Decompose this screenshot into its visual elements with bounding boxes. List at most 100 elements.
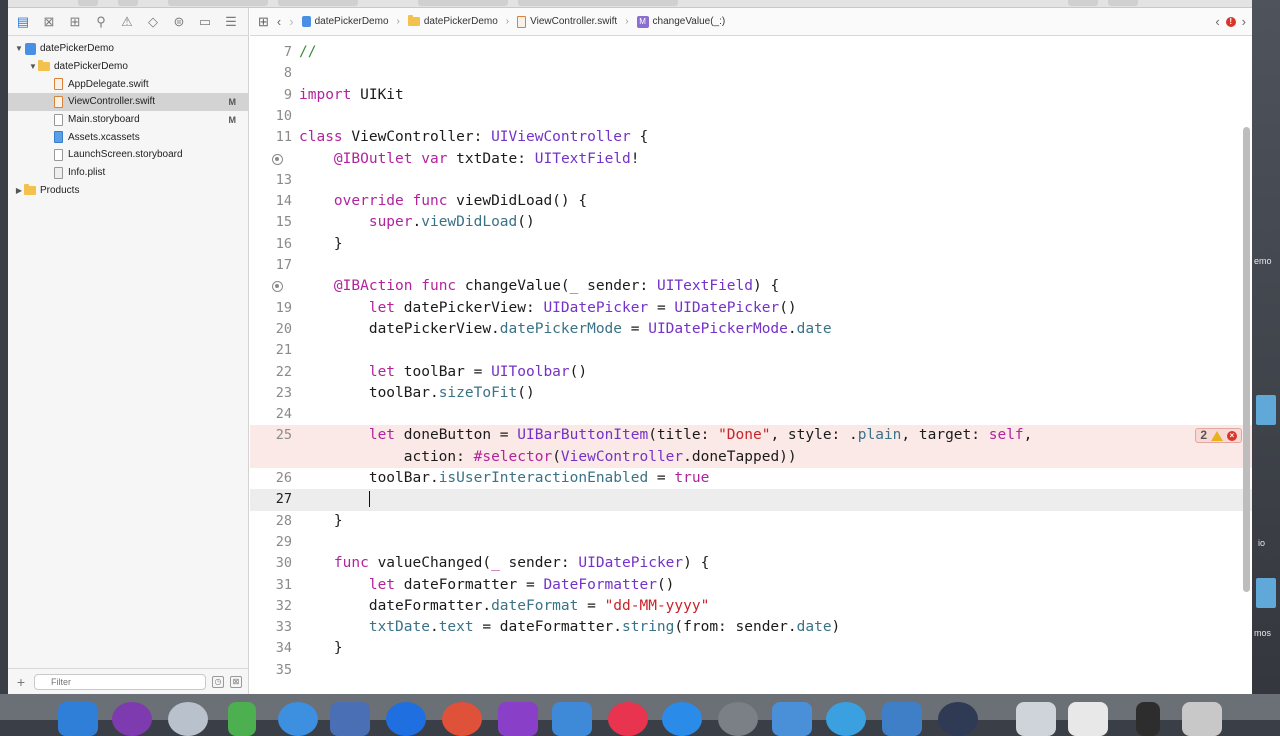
safari-icon[interactable] (278, 702, 318, 736)
code-line[interactable]: 27 (250, 489, 1252, 511)
finder-icon[interactable] (58, 702, 98, 736)
navigator-item[interactable]: Main.storyboard M (8, 111, 248, 129)
navigator-item[interactable]: Assets.xcassets (8, 128, 248, 146)
line-number[interactable]: 10 (250, 106, 292, 127)
navigator-item[interactable]: ▼ datePickerDemo (8, 40, 248, 58)
navigator-item[interactable]: LaunchScreen.storyboard (8, 146, 248, 164)
add-button[interactable]: + (14, 674, 28, 690)
line-number[interactable]: 30 (250, 553, 292, 574)
navigator-item[interactable]: AppDelegate.swift (8, 75, 248, 93)
code-line[interactable]: 25 let doneButton = UIBarButtonItem(titl… (250, 425, 1252, 447)
navigator-item[interactable]: ▼ datePickerDemo (8, 58, 248, 76)
line-number[interactable]: 19 (250, 298, 292, 319)
breadcrumb-method[interactable]: MchangeValue(_:) (636, 15, 725, 28)
error-icon[interactable]: ! (1225, 16, 1236, 27)
breadcrumb-folder[interactable]: datePickerDemo (407, 15, 498, 27)
code-line[interactable]: 10 (250, 106, 1252, 127)
line-number[interactable]: 33 (250, 617, 292, 638)
code-line[interactable]: 15 super.viewDidLoad() (250, 212, 1252, 233)
code-line[interactable]: @IBOutlet var txtDate: UITextField! (250, 149, 1252, 170)
issue-badge[interactable]: 2 × (1195, 428, 1242, 444)
symbol-icon[interactable]: ⊞ (66, 13, 84, 31)
code-line[interactable]: 29 (250, 532, 1252, 553)
warning-icon[interactable]: ⚠ (118, 13, 136, 31)
code-line[interactable]: 20 datePickerView.datePickerMode = UIDat… (250, 319, 1252, 340)
breakpoint-icon[interactable]: ▭ (196, 13, 214, 31)
breadcrumb-project[interactable]: datePickerDemo (301, 16, 389, 27)
folder-icon[interactable]: ▤ (14, 13, 32, 31)
connection-dot-icon[interactable] (272, 281, 283, 293)
line-number[interactable]: 20 (250, 319, 292, 340)
scm-filter-icon[interactable]: ⊠ (230, 675, 242, 688)
source-editor[interactable]: 7 // 8 9 import UIKit 10 11 class ViewControlle… (250, 37, 1252, 694)
code-line[interactable]: 8 (250, 63, 1252, 84)
photos-icon[interactable] (552, 702, 592, 736)
filter-input[interactable] (34, 673, 206, 690)
line-number[interactable]: 13 (250, 170, 292, 191)
line-number[interactable]: 7 (250, 42, 292, 63)
app-store-icon[interactable] (662, 702, 702, 736)
line-number[interactable]: 29 (250, 532, 292, 553)
mail-icon[interactable] (330, 702, 370, 736)
app-icon[interactable] (1136, 702, 1160, 736)
code-line[interactable]: 32 dateFormatter.dateFormat = "dd-MM-yyy… (250, 596, 1252, 617)
connection-dot-icon[interactable] (272, 153, 283, 165)
code-line[interactable]: 16 } (250, 234, 1252, 255)
line-number[interactable]: 25 (250, 425, 292, 446)
code-line[interactable]: 34 } (250, 638, 1252, 659)
vertical-scrollbar[interactable] (1243, 127, 1250, 592)
code-line[interactable]: 31 let dateFormatter = DateFormatter() (250, 575, 1252, 596)
line-number[interactable]: 27 (250, 489, 292, 510)
code-line[interactable]: 11 class ViewController: UIViewController… (250, 127, 1252, 148)
report-icon[interactable]: ☰ (222, 13, 240, 31)
code-line[interactable]: 17 (250, 255, 1252, 276)
app-icon[interactable] (498, 702, 538, 736)
code-line[interactable]: 30 func valueChanged(_ sender: UIDatePic… (250, 553, 1252, 574)
line-number[interactable]: 21 (250, 340, 292, 361)
forward-button[interactable]: › (289, 14, 293, 29)
code-line[interactable]: 26 toolBar.isUserInteractionEnabled = tr… (250, 468, 1252, 489)
numbers-icon[interactable] (228, 702, 256, 736)
line-number[interactable]: 14 (250, 191, 292, 212)
previous-issue-button[interactable]: ‹ (1215, 14, 1219, 29)
line-number[interactable]: 11 (250, 127, 292, 148)
navigator-item[interactable]: ▶ Products (8, 182, 248, 200)
navigator-item[interactable]: ViewController.swift M (8, 93, 248, 111)
itunes-icon[interactable] (608, 702, 648, 736)
line-number[interactable]: 9 (250, 85, 292, 106)
line-number[interactable]: 35 (250, 660, 292, 681)
code-line[interactable]: 33 txtDate.text = dateFormatter.string(f… (250, 617, 1252, 638)
next-issue-button[interactable]: › (1242, 14, 1246, 29)
line-number[interactable]: 24 (250, 404, 292, 425)
desktop-folder-icon[interactable] (1256, 578, 1276, 608)
disclosure-icon[interactable]: ▶ (14, 186, 24, 195)
line-number[interactable]: 23 (250, 383, 292, 404)
code-line[interactable]: 21 (250, 340, 1252, 361)
system-preferences-icon[interactable] (718, 702, 758, 736)
test-icon[interactable]: ◇ (144, 13, 162, 31)
line-number[interactable]: 32 (250, 596, 292, 617)
related-items-icon[interactable]: ⊞ (258, 14, 269, 30)
line-number[interactable]: 8 (250, 63, 292, 84)
code-line[interactable]: 9 import UIKit (250, 85, 1252, 106)
code-line[interactable]: @IBAction func changeValue(_ sender: UIT… (250, 276, 1252, 297)
line-number[interactable]: 31 (250, 575, 292, 596)
app-icon[interactable] (882, 702, 922, 736)
line-number[interactable]: 28 (250, 511, 292, 532)
back-button[interactable]: ‹ (277, 14, 281, 29)
line-number[interactable]: 34 (250, 638, 292, 659)
code-line[interactable]: action: #selector(ViewController.doneTap… (250, 446, 1252, 468)
breadcrumb-file[interactable]: ViewController.swift (517, 15, 617, 28)
xcode-icon[interactable] (772, 702, 812, 736)
disclosure-icon[interactable]: ▼ (28, 62, 38, 71)
app-icon[interactable] (442, 702, 482, 736)
app-icon[interactable] (938, 702, 978, 736)
disclosure-icon[interactable]: ▼ (14, 44, 24, 53)
code-line[interactable]: 24 (250, 404, 1252, 425)
code-line[interactable]: 7 // (250, 42, 1252, 63)
launchpad-icon[interactable] (168, 702, 208, 736)
line-number[interactable]: 17 (250, 255, 292, 276)
line-number[interactable]: 15 (250, 212, 292, 233)
trash-icon[interactable] (1182, 702, 1222, 736)
search-icon[interactable]: ⚲ (92, 13, 110, 31)
